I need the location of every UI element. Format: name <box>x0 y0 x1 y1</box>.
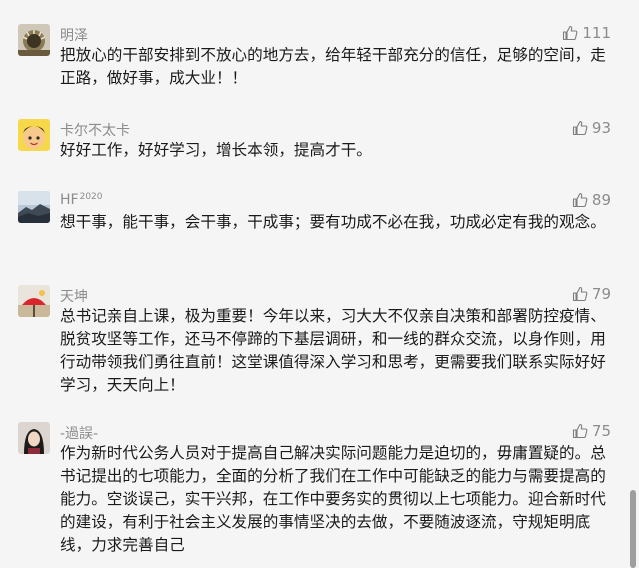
username-text: 卡尔不太卡 <box>60 123 130 139</box>
avatar[interactable] <box>18 285 50 317</box>
username[interactable]: -過誤- <box>60 423 98 443</box>
avatar[interactable] <box>18 422 50 454</box>
avatar[interactable] <box>18 191 50 223</box>
thumbs-up-icon <box>572 286 588 302</box>
username-superscript: 2020 <box>79 192 103 202</box>
comment-text: 作为新时代公务人员对于提高自己解决实际问题能力是迫切的，毋庸置疑的。总书记提出的… <box>60 444 606 554</box>
like-count: 111 <box>582 24 611 42</box>
username[interactable]: 卡尔不太卡 <box>60 120 130 140</box>
username[interactable]: HF2020 <box>60 192 103 208</box>
comment-text: 想干事，能干事，会干事，干成事；要有功成不必在我，功成必定有我的观念。 <box>60 213 606 231</box>
thumbs-up-icon <box>572 423 588 439</box>
like-count: 79 <box>591 285 611 303</box>
thumbs-up-icon <box>572 192 588 208</box>
avatar[interactable] <box>18 24 50 56</box>
username[interactable]: 明泽 <box>60 25 88 45</box>
like-count: 89 <box>591 191 611 209</box>
like-count: 75 <box>591 422 611 440</box>
comment-text: 把放心的干部安排到不放心的地方去，给年轻干部充分的信任，足够的空间，走正路，做好… <box>60 46 606 87</box>
like-button[interactable]: 89 <box>572 191 611 209</box>
like-button[interactable]: 93 <box>572 119 611 137</box>
like-button[interactable]: 75 <box>572 422 611 440</box>
scrollbar[interactable] <box>630 490 636 568</box>
username[interactable]: 天坤 <box>60 286 88 306</box>
username-text: -過誤- <box>60 426 99 442</box>
like-count: 93 <box>591 119 611 137</box>
comment-text: 好好工作，好好学习，增长本领，提高才干。 <box>60 141 372 159</box>
thumbs-up-icon <box>562 25 578 41</box>
username-text: 明泽 <box>60 28 88 44</box>
avatar[interactable] <box>18 119 50 151</box>
comment-text: 总书记亲自上课，极为重要！今年以来，习大大不仅亲自决策和部署防控疫情、脱贫攻坚等… <box>60 307 606 394</box>
like-button[interactable]: 111 <box>562 24 611 42</box>
username-text: HF <box>60 192 79 208</box>
thumbs-up-icon <box>572 120 588 136</box>
like-button[interactable]: 79 <box>572 285 611 303</box>
username-text: 天坤 <box>60 289 88 305</box>
